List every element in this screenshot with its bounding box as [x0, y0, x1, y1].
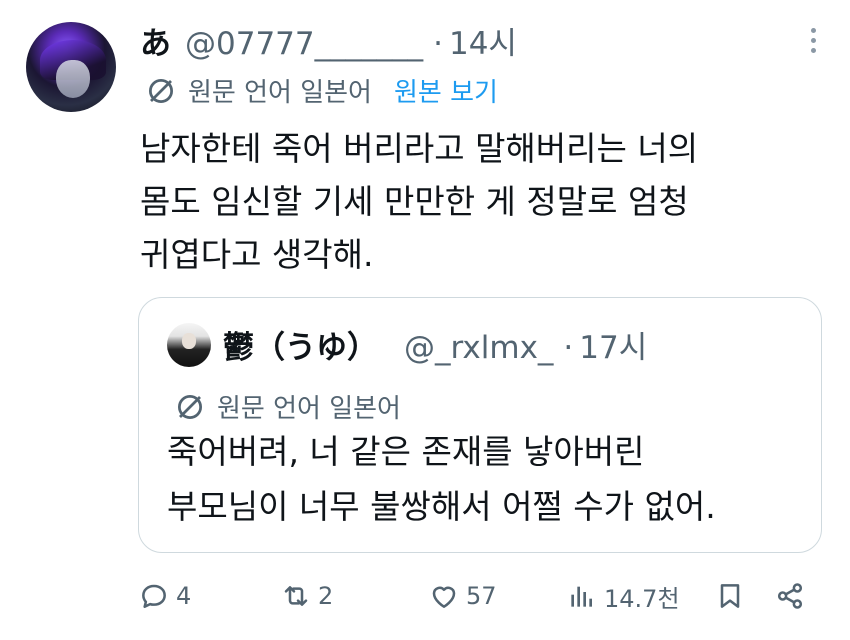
tweet-text-line: 귀엽다고 생각해.	[140, 235, 374, 274]
retweet-button[interactable]: 2	[280, 574, 333, 618]
retweet-count: 2	[318, 582, 334, 610]
quoted-text-line: 죽어버려, 너 같은 존재를 낳아버린	[167, 432, 645, 471]
reply-button[interactable]: 4	[138, 574, 191, 618]
quoted-text: 죽어버려, 너 같은 존재를 낳아버린 부모님이 너무 불쌍해서 어쩔 수가 없…	[167, 424, 716, 534]
avatar[interactable]	[26, 22, 116, 112]
like-button[interactable]: 57	[428, 574, 497, 618]
views-button[interactable]: 14.7천	[566, 574, 680, 618]
heart-icon	[432, 586, 456, 608]
separator-dot: ·	[563, 330, 574, 366]
reply-icon	[142, 584, 166, 608]
quoted-translation-notice: 원문 언어 일본어	[175, 388, 401, 425]
tweet-text: 남자한테 죽어 버리라고 말해버리는 너의 몸도 임신할 기세 만만한 게 정말…	[140, 122, 820, 281]
quoted-header: 鬱（うゆ） @_rxlmx_ · 17시	[223, 322, 647, 367]
separator-dot: ·	[433, 26, 443, 62]
tweet-text-line: 몸도 임신할 기세 만만한 게 정말로 엄청	[140, 182, 689, 221]
translate-label: 원문 언어 일본어	[188, 78, 372, 108]
like-count: 57	[466, 582, 497, 610]
share-icon	[777, 583, 803, 609]
views-icon	[571, 586, 592, 607]
author-name[interactable]: あ	[140, 18, 171, 63]
globe-icon	[149, 78, 173, 103]
quoted-tweet[interactable]: 鬱（うゆ） @_rxlmx_ · 17시 원문 언어 일본어 죽어버려, 너 같…	[138, 297, 822, 553]
quoted-timestamp: 17시	[579, 330, 648, 366]
quoted-author-handle: @_rxlmx_	[404, 330, 554, 366]
action-bar: 4 2 57 14.7천	[138, 574, 828, 618]
translation-notice: 원문 언어 일본어 원본 보기	[146, 72, 498, 109]
quoted-text-line: 부모님이 너무 불쌍해서 어쩔 수가 없어.	[167, 487, 716, 526]
share-button[interactable]	[774, 574, 806, 618]
tweet-header: あ @07777_______ · 14시	[140, 18, 517, 63]
show-original-link[interactable]: 원본 보기	[394, 72, 498, 109]
bookmark-icon	[720, 584, 740, 608]
globe-icon	[178, 394, 202, 419]
timestamp[interactable]: 14시	[449, 18, 517, 63]
tweet-text-line: 남자한테 죽어 버리라고 말해버리는 너의	[140, 129, 699, 168]
reply-count: 4	[176, 582, 192, 610]
author-handle[interactable]: @07777_______	[185, 26, 423, 62]
quoted-avatar[interactable]	[167, 323, 211, 367]
quoted-translate-label: 원문 언어 일본어	[217, 394, 401, 424]
bookmark-button[interactable]	[714, 574, 746, 618]
quoted-author-name: 鬱（うゆ）	[223, 330, 378, 366]
view-count: 14.7천	[604, 584, 680, 613]
more-options-icon[interactable]	[811, 28, 816, 53]
retweet-icon	[284, 586, 308, 606]
